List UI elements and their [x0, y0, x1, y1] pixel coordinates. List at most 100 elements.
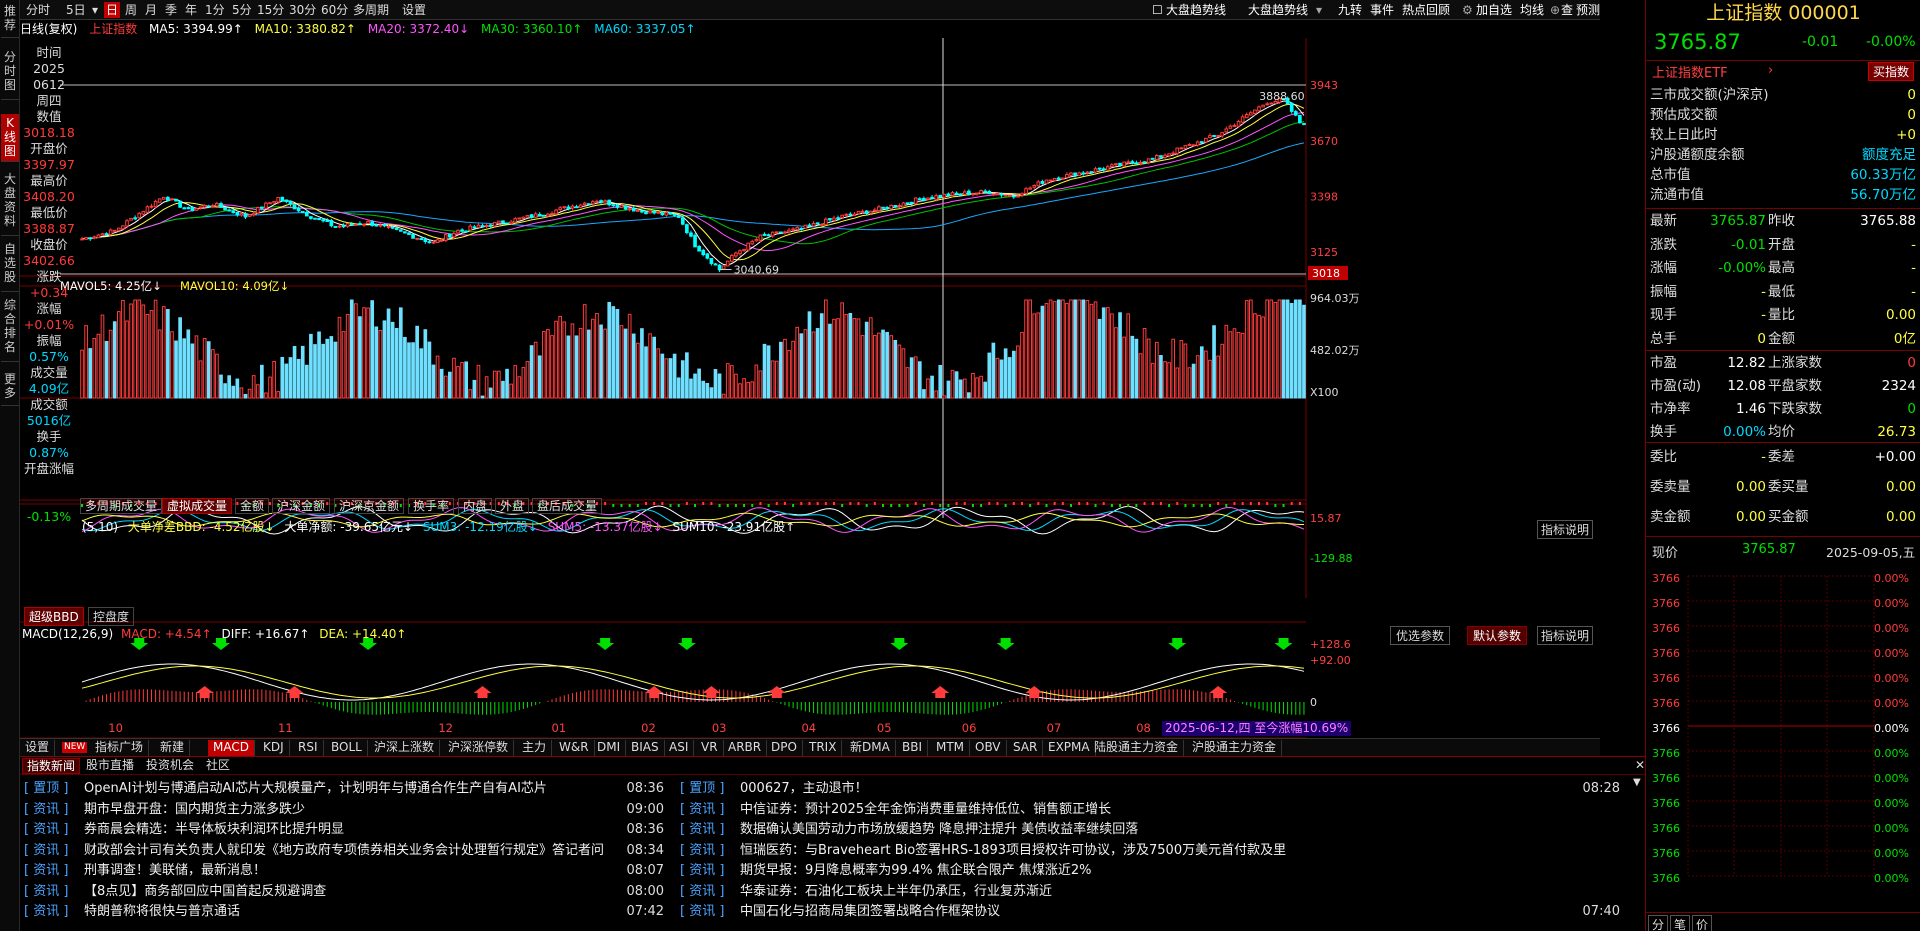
news-title[interactable]: 刑事调查！美联储，最新消息！ — [84, 863, 266, 878]
news-tab-opportunity[interactable]: 投资机会 — [142, 758, 198, 774]
news-title[interactable]: OpenAI计划与博通启动AI芯片大规模量产，计划明年与博通合作生产自有AI芯片 — [84, 781, 547, 796]
news-item[interactable]: [ 资讯 ] 刑事调查！美联储，最新消息！ 08:07 — [24, 861, 664, 881]
tab-after-volume[interactable]: 盘后成交量 — [532, 498, 603, 514]
indicator-rsi[interactable]: RSI — [293, 740, 324, 756]
news-item[interactable]: [ 置顶 ] OpenAI计划与博通启动AI芯片大规模量产，计划明年与博通合作生产… — [24, 779, 664, 799]
news-item[interactable]: [ 资讯 ] 期货早报：9月降息概率为99.4% 焦企联合限产 焦煤涨近2% — [680, 861, 1620, 881]
event-button[interactable]: 事件 — [1370, 2, 1394, 18]
period-timeshare[interactable]: 分时 — [24, 2, 52, 18]
period-5day[interactable]: 5日 — [64, 2, 88, 18]
indicator-hs-up[interactable]: 沪深上涨数 — [369, 740, 441, 756]
news-item[interactable]: [ 资讯 ] 期市早盘开盘：国内期货主力涨多跌少 09:00 — [24, 800, 664, 820]
news-title[interactable]: 中信证券：预计2025全年金饰消费重量维持低位、销售额正增长 — [740, 802, 1111, 817]
period-60min[interactable]: 60分 — [319, 2, 350, 18]
indicator-bbi[interactable]: BBI — [897, 740, 929, 756]
chevron-down-icon[interactable]: ▾ — [1316, 2, 1322, 18]
period-quarter[interactable]: 季 — [163, 2, 179, 18]
search-button[interactable]: 查 — [1561, 2, 1573, 18]
indicator-dpo[interactable]: DPO — [766, 740, 803, 756]
indicator-trix[interactable]: TRIX — [804, 740, 843, 756]
indicator-main[interactable]: 主力 — [517, 740, 553, 756]
indicator-kdj[interactable]: KDJ — [258, 740, 290, 756]
indicator-vr[interactable]: VR — [696, 740, 724, 756]
period-month[interactable]: 月 — [143, 2, 159, 18]
tab-outer[interactable]: 外盘 — [495, 498, 530, 514]
tab-ranking[interactable]: 综合排名 — [1, 296, 19, 362]
period-5min[interactable]: 5分 — [230, 2, 254, 18]
indicator-obv[interactable]: OBV — [970, 740, 1007, 756]
news-item[interactable]: [ 资讯 ] 【8点见】商务部回应中国首起反规避调查 08:00 — [24, 882, 664, 902]
macd-explain-button[interactable]: 指标说明 — [1537, 626, 1594, 645]
period-30min[interactable]: 30分 — [287, 2, 318, 18]
news-tab-community[interactable]: 社区 — [202, 758, 234, 774]
indicator-hs-limit[interactable]: 沪深涨停数 — [443, 740, 515, 756]
tab-hs-amount[interactable]: 沪深金额 — [272, 498, 331, 514]
indicator-arbr[interactable]: ARBR — [723, 740, 768, 756]
news-item[interactable]: [ 资讯 ] 华泰证券：石油化工板块上半年仍承压，行业复苏渐近 — [680, 882, 1620, 902]
indicator-new[interactable]: 新建 — [155, 740, 191, 756]
period-year[interactable]: 年 — [183, 2, 199, 18]
tab-minute[interactable]: 分 — [1648, 915, 1669, 931]
tab-inner[interactable]: 内盘 — [458, 498, 493, 514]
trendline-toggle-1[interactable]: 大盘趋势线 — [1166, 2, 1226, 18]
tab-control[interactable]: 控盘度 — [88, 607, 135, 626]
news-title[interactable]: 券商晨会精选：半导体板块利润环比提升明显 — [84, 822, 344, 837]
tab-kline[interactable]: K线图 — [1, 114, 19, 162]
trendline-toggle-2[interactable]: 大盘趋势线 — [1248, 2, 1308, 18]
tab-super-bbd[interactable]: 超级BBD — [24, 607, 84, 626]
indicator-expma[interactable]: EXPMA — [1043, 740, 1096, 756]
chevron-down-icon[interactable]: ▾ — [90, 2, 100, 18]
macd-optimal-params-button[interactable]: 优选参数 — [1390, 626, 1451, 645]
indicator-macd[interactable]: MACD — [208, 740, 255, 756]
indicator-sh-main-fund[interactable]: 沪股通主力资金 — [1187, 740, 1283, 756]
tab-amount[interactable]: 金额 — [235, 498, 270, 514]
indicator-bias[interactable]: BIAS — [626, 740, 665, 756]
news-item[interactable]: [ 资讯 ] 数据确认美国劳动力市场放缓趋势 降息押注提升 美债收益率继续回落 — [680, 820, 1620, 840]
settings-button[interactable]: 设置 — [400, 2, 428, 18]
news-title[interactable]: 中国石化与招商局集团签署战略合作框架协议 — [740, 904, 1000, 919]
zoom-icon[interactable]: ⊕ — [1550, 2, 1560, 18]
macd-default-params-button[interactable]: 默认参数 — [1467, 626, 1528, 645]
indicator-asi[interactable]: ASI — [664, 740, 695, 756]
ma-button[interactable]: 均线 — [1520, 2, 1544, 18]
gear-icon[interactable]: ⚙ — [1462, 2, 1473, 18]
indicator-sar[interactable]: SAR — [1008, 740, 1044, 756]
news-item[interactable]: [ 资讯 ] 券商晨会精选：半导体板块利润环比提升明显 08:36 — [24, 820, 664, 840]
news-title[interactable]: 特朗普称将很快与普京通话 — [84, 904, 240, 919]
tab-price[interactable]: 价 — [1692, 915, 1713, 931]
checkbox-icon[interactable]: ☐ — [1152, 2, 1163, 18]
predict-button[interactable]: 预测 — [1576, 2, 1600, 18]
tab-watchlist[interactable]: 自选股 — [1, 240, 19, 292]
close-icon[interactable]: ✕ — [1635, 758, 1645, 772]
news-title[interactable]: 期货早报：9月降息概率为99.4% 焦企联合限产 焦煤涨近2% — [740, 863, 1091, 878]
period-week[interactable]: 周 — [123, 2, 139, 18]
tab-virtual-volume[interactable]: 虚拟成交量 — [162, 498, 233, 514]
bbd-explain-button[interactable]: 指标说明 — [1537, 520, 1594, 539]
chevron-right-icon[interactable]: › — [1768, 63, 1773, 78]
news-title[interactable]: 000627，主动退市！ — [740, 781, 868, 796]
period-1min[interactable]: 1分 — [203, 2, 227, 18]
tab-tick[interactable]: 笔 — [1670, 915, 1691, 931]
hot-review-button[interactable]: 热点回顾 — [1402, 2, 1450, 18]
tab-timeshare[interactable]: 分时图 — [1, 48, 19, 100]
scroll-down-icon[interactable]: ▼ — [1633, 777, 1641, 788]
news-title[interactable]: 恒瑞医药：与Braveheart Bio签署HRS-1893项目授权许可协议，涉… — [740, 843, 1286, 858]
indicator-newdma[interactable]: 新DMA — [845, 740, 896, 756]
news-item[interactable]: [ 资讯 ] 中国石化与招商局集团签署战略合作框架协议 07:40 — [680, 902, 1620, 922]
news-item[interactable]: [ 资讯 ] 中信证券：预计2025全年金饰消费重量维持低位、销售额正增长 — [680, 800, 1620, 820]
news-title[interactable]: 【8点见】商务部回应中国首起反规避调查 — [84, 884, 326, 899]
news-item[interactable]: [ 资讯 ] 财政部会计司有关负责人就印发《地方政府专项债券相关业务会计处理暂行规… — [24, 841, 664, 861]
tab-multi-volume[interactable]: 多周期成交量 — [80, 498, 163, 514]
tab-hsj-amount[interactable]: 沪深京金额 — [334, 498, 405, 514]
tab-turnover[interactable]: 换手率 — [408, 498, 455, 514]
news-item[interactable]: [ 资讯 ] 恒瑞医药：与Braveheart Bio签署HRS-1893项目授权… — [680, 841, 1620, 861]
tab-recommend[interactable]: 推荐 — [1, 2, 19, 38]
indicator-boll[interactable]: BOLL — [326, 740, 368, 756]
news-item[interactable]: [ 置顶 ] 000627，主动退市！ 08:28 — [680, 779, 1620, 799]
buy-index-button[interactable]: 买指数 — [1868, 62, 1915, 81]
period-day[interactable]: 日 — [104, 2, 121, 18]
news-title[interactable]: 数据确认美国劳动力市场放缓趋势 降息押注提升 美债收益率继续回落 — [740, 822, 1138, 837]
indicator-wr[interactable]: W&R — [554, 740, 595, 756]
tab-more[interactable]: 更多 — [1, 370, 19, 406]
period-15min[interactable]: 15分 — [255, 2, 286, 18]
